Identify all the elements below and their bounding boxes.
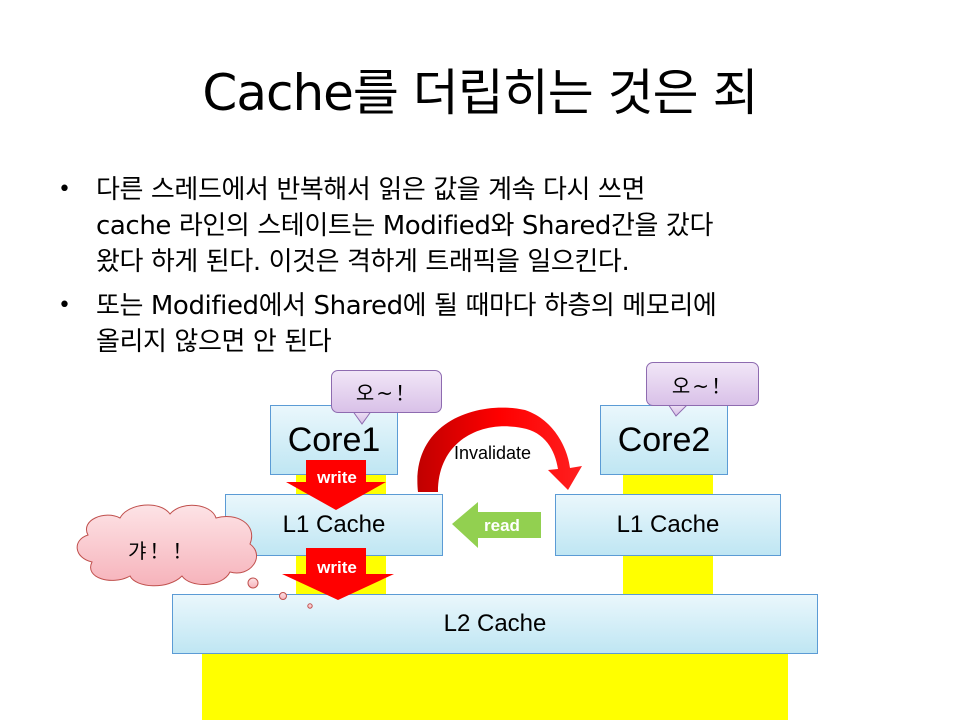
cloud-tail-dot xyxy=(247,577,259,589)
read-label: read xyxy=(484,516,520,535)
core1-callout: 오~！ xyxy=(331,370,442,413)
write-label-bottom: write xyxy=(317,558,357,577)
invalidate-label: Invalidate xyxy=(454,443,532,463)
slide: Cache를 더립히는 것은 죄 • 다른 스레드에서 반복해서 읽은 값을 계… xyxy=(0,0,960,720)
write-label-top: write xyxy=(317,468,357,487)
shout-cloud-text: 갸！！ xyxy=(128,539,196,563)
core2-callout: 오~！ xyxy=(646,362,759,406)
diagram-graphics xyxy=(76,403,690,609)
cloud-tail-dot xyxy=(279,592,287,600)
cloud-tail-dot xyxy=(307,603,313,609)
